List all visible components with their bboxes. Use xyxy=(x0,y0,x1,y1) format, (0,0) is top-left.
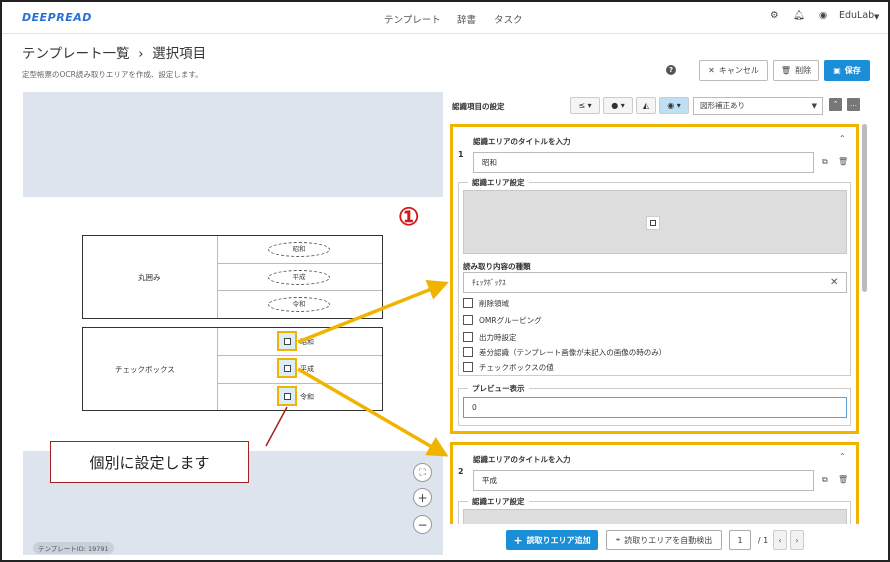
eye-icon: ◉ ▾ xyxy=(667,101,681,110)
checkbox-icon xyxy=(283,364,291,372)
table-divider xyxy=(217,328,218,410)
app-logo[interactable]: DEEPREAD xyxy=(22,11,92,24)
threshold-dropdown[interactable]: ≤ ▾ xyxy=(570,97,600,114)
ovals-table xyxy=(82,235,383,319)
table-divider xyxy=(217,290,382,291)
template-id-badge: テンプレートID: 19791 xyxy=(33,542,114,554)
view-dropdown[interactable]: ◉ ▾ xyxy=(659,97,689,114)
nav-template[interactable]: テンプレート xyxy=(384,12,441,26)
save-button[interactable]: ▣ 保存 xyxy=(824,60,870,81)
delete-button[interactable]: 🗑︎ 削除 xyxy=(773,60,819,81)
checkbox-text-reiwa: 令和 xyxy=(300,393,314,401)
cancel-button[interactable]: ✕ キャンセル xyxy=(699,60,768,81)
nav-dictionary[interactable]: 辞書 xyxy=(457,12,476,26)
preview-legend: プレビュー表示 xyxy=(468,383,529,394)
chevron-up-icon[interactable]: ⌃ xyxy=(839,452,846,461)
area-preview-image xyxy=(463,509,847,524)
checkbox[interactable] xyxy=(463,315,473,325)
user-name[interactable]: EduLab xyxy=(839,10,874,21)
oval-showa[interactable]: 昭和 xyxy=(268,242,330,257)
page-total: / 1 xyxy=(757,535,769,545)
option-diff-recognition[interactable]: 差分認識（テンプレート画像が未記入の画像の時のみ） xyxy=(463,346,666,358)
bell-icon[interactable]: 🔔︎ xyxy=(793,10,805,21)
group-label-checkbox: チェックボックス xyxy=(115,365,175,374)
option-delete-area[interactable]: 削除領域 xyxy=(463,297,509,309)
checkbox-area-1[interactable] xyxy=(277,331,297,351)
checkbox-preview-icon xyxy=(646,216,660,230)
checkbox-icon xyxy=(283,337,291,345)
page-subtitle: 定型帳票のOCR読み取りエリアを作成、設定します。 xyxy=(22,70,203,79)
collapse-all-icon[interactable]: ⌃ xyxy=(829,98,842,111)
checkbox[interactable] xyxy=(463,332,473,342)
copy-icon[interactable]: ⧉ xyxy=(822,475,828,485)
card-number: 2 xyxy=(458,467,464,476)
chevron-down-icon: ▼ xyxy=(811,102,817,110)
page-title: テンプレート一覧 › 選択項目 xyxy=(22,46,207,62)
card-title-input[interactable]: 昭和 xyxy=(473,152,814,173)
clear-icon[interactable]: ✕ xyxy=(830,277,838,288)
preview-value-input[interactable]: 0 xyxy=(463,397,847,418)
plus-icon: + xyxy=(513,533,523,547)
circled-number-annotation: ① xyxy=(398,202,420,231)
recognition-settings-label: 認識項目の設定 xyxy=(452,102,505,111)
nav-task[interactable]: タスク xyxy=(494,12,523,26)
oval-reiwa[interactable]: 令和 xyxy=(268,297,330,312)
read-type-label: 読み取り内容の種類 xyxy=(463,262,531,271)
ink-dropdown[interactable]: ● ▾ xyxy=(603,97,633,114)
copy-icon[interactable]: ⧉ xyxy=(822,157,828,167)
trash-icon[interactable]: 🗑︎ xyxy=(838,157,848,166)
checkbox-icon xyxy=(283,392,291,400)
add-area-button[interactable]: + 読取りエリア追加 xyxy=(506,530,598,550)
zoom-out-button[interactable]: − xyxy=(413,515,432,534)
oval-heisei[interactable]: 平成 xyxy=(268,270,330,285)
card-title-label: 認識エリアのタイトルを入力 xyxy=(473,455,571,464)
help-icon[interactable]: ? xyxy=(666,65,676,75)
gear-icon[interactable]: ⚙ xyxy=(770,10,779,21)
checkbox[interactable] xyxy=(463,347,473,357)
checkbox-area-2[interactable] xyxy=(277,358,297,378)
card-title-input[interactable]: 平成 xyxy=(473,470,814,491)
callout-annotation: 個別に設定します xyxy=(50,441,249,483)
checkbox[interactable] xyxy=(463,298,473,308)
user-avatar-icon[interactable]: ◉ xyxy=(819,10,827,21)
checkbox-text-showa: 昭和 xyxy=(300,338,314,346)
chevron-up-icon[interactable]: ⌃ xyxy=(839,134,846,143)
page-number-input[interactable]: 1 xyxy=(729,530,751,550)
prev-page-icon[interactable]: ‹ xyxy=(773,530,787,550)
table-divider xyxy=(217,263,382,264)
area-settings-legend: 認識エリア設定 xyxy=(468,496,529,507)
card-title-label: 認識エリアのタイトルを入力 xyxy=(473,137,571,146)
top-nav: DEEPREAD テンプレート 辞書 タスク ⚙ 🔔︎ ◉ EduLab ▼ xyxy=(2,2,888,34)
right-panel-scrollbar[interactable] xyxy=(862,124,867,292)
less-equal-icon: ≤ ▾ xyxy=(578,101,592,110)
trash-icon: 🗑︎ xyxy=(780,66,792,75)
more-icon[interactable]: … xyxy=(847,98,860,111)
drop-icon: ● ▾ xyxy=(611,101,625,110)
auto-detect-button[interactable]: ⌖ 読取りエリアを自動検出 xyxy=(606,530,722,550)
eraser-button[interactable]: ◭ xyxy=(636,97,656,114)
option-output-settings[interactable]: 出力時設定 xyxy=(463,331,517,343)
read-type-select[interactable]: ﾁｪｯｸﾎﾞｯｸｽ xyxy=(463,272,847,293)
checkbox-area-3[interactable] xyxy=(277,386,297,406)
group-label-maru: 丸囲み xyxy=(138,273,161,282)
card-number: 1 xyxy=(458,150,464,159)
close-icon: ✕ xyxy=(708,66,715,75)
trash-icon[interactable]: 🗑︎ xyxy=(838,475,848,484)
option-checkbox-value[interactable]: チェックボックスの値 xyxy=(463,361,554,373)
eraser-icon: ◭ xyxy=(642,101,650,110)
table-divider xyxy=(217,355,382,356)
next-page-icon[interactable]: › xyxy=(790,530,804,550)
area-settings-legend: 認識エリア設定 xyxy=(468,177,529,188)
checkbox[interactable] xyxy=(463,362,473,372)
crosshair-icon: ⌖ xyxy=(615,535,621,544)
floppy-icon: ▣ xyxy=(833,66,841,75)
checkbox-text-heisei: 平成 xyxy=(300,365,314,373)
table-divider xyxy=(217,236,218,318)
fit-screen-icon[interactable]: ⛶ xyxy=(413,463,432,482)
correction-select[interactable]: 図形補正あり ▼ xyxy=(693,97,823,115)
option-omr-grouping[interactable]: OMRグルーピング xyxy=(463,314,542,326)
zoom-in-button[interactable]: + xyxy=(413,488,432,507)
table-divider xyxy=(217,383,382,384)
chevron-down-icon[interactable]: ▼ xyxy=(874,13,879,21)
